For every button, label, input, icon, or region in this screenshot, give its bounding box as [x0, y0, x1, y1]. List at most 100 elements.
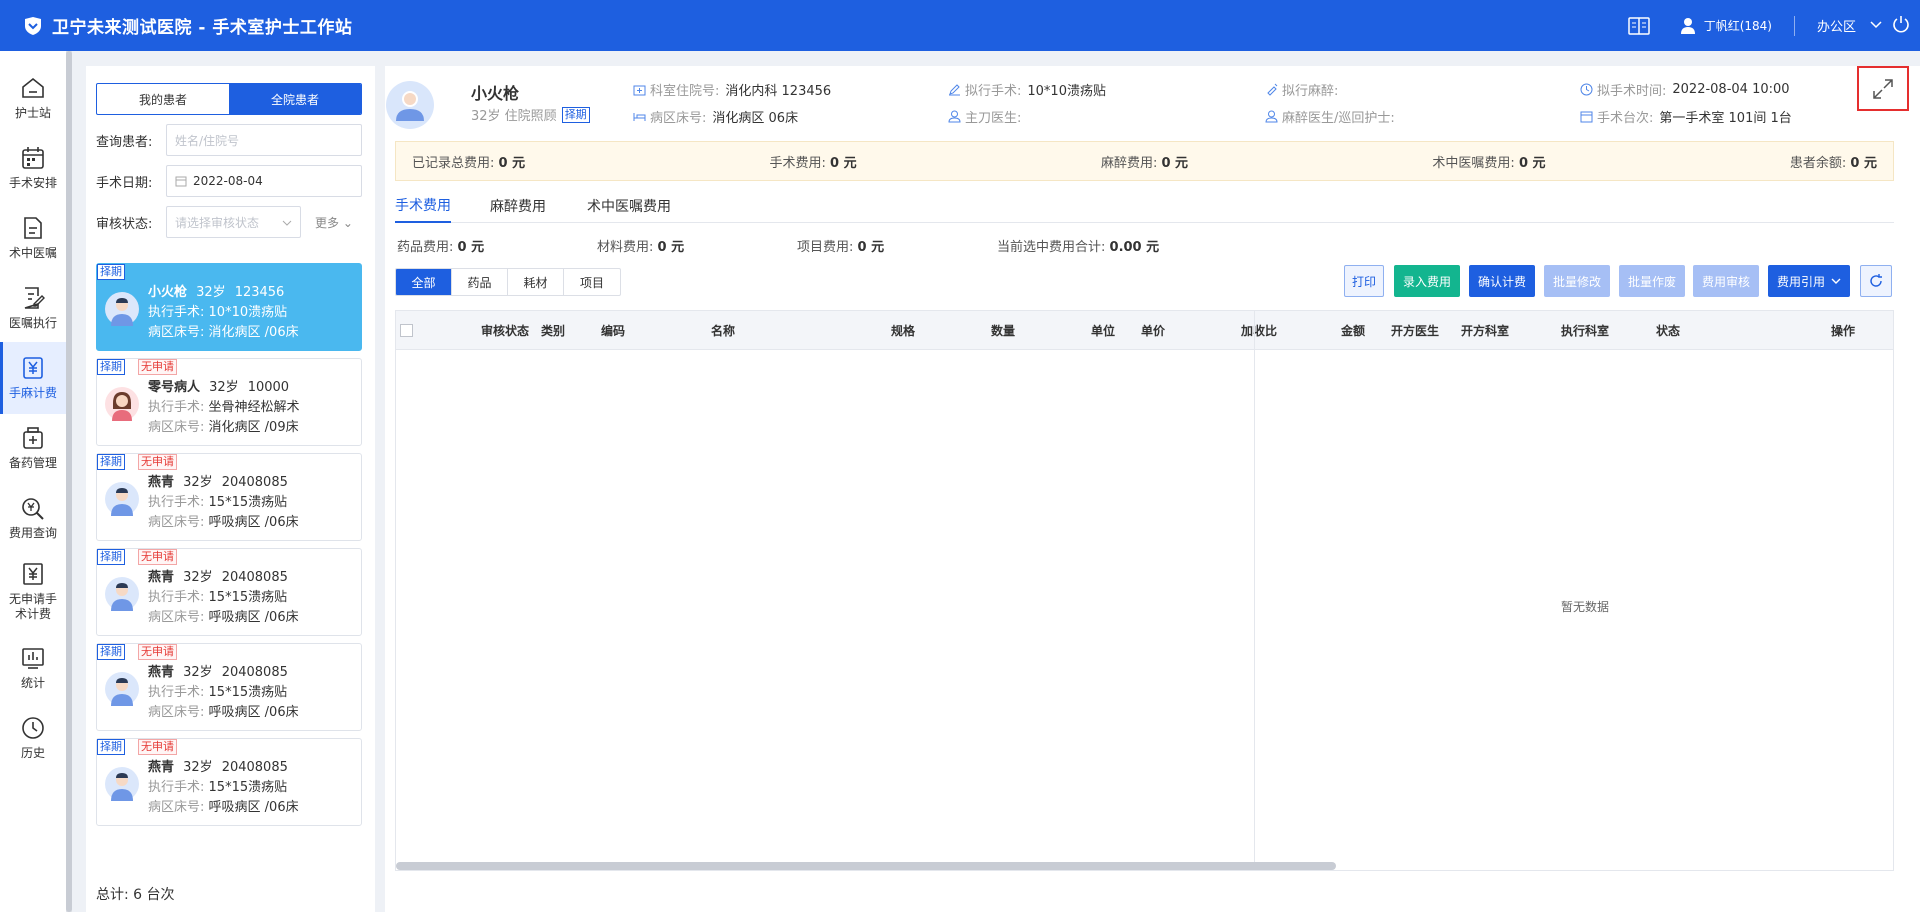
- filter-item[interactable]: 项目: [564, 269, 620, 295]
- patient-card[interactable]: 择期 无申请 燕青 32岁 20408085 执行手术: 15*15溃疡贴 病区床号: …: [96, 738, 362, 826]
- filter-all[interactable]: 全部: [396, 269, 452, 295]
- patient-balance: 患者余额: 0 元: [1789, 155, 1877, 171]
- surgery-line: 执行手术: 15*15溃疡贴: [148, 780, 288, 795]
- tab-intraop-order-fee[interactable]: 术中医嘱费用: [587, 189, 671, 223]
- col-executing-dept[interactable]: 执行科室: [1561, 311, 1609, 349]
- fullscreen-button[interactable]: [1857, 66, 1909, 111]
- power-icon[interactable]: [1892, 15, 1910, 37]
- patient-name-line: 燕青 32岁 20408085: [148, 760, 288, 775]
- surgery-line: 执行手术: 15*15溃疡贴: [148, 495, 288, 510]
- patient-card[interactable]: 择期 无申请 燕青 32岁 20408085 执行手术: 15*15溃疡贴 病区床号: …: [96, 643, 362, 731]
- clock-icon: [1580, 83, 1593, 96]
- bed-info: 病区床号: 消化病区 06床: [633, 107, 798, 126]
- patient-avatar: [386, 81, 434, 129]
- planned-anesthesia-info: 拟行麻醉:: [1265, 80, 1344, 99]
- patient-search-input[interactable]: 姓名/住院号: [166, 124, 362, 156]
- intraop-order-fee: 术中医嘱费用: 0 元: [1432, 155, 1546, 171]
- app-title: 卫宁未来测试医院 - 手术室护士工作站: [52, 18, 353, 38]
- nav-medicine-prep[interactable]: 备药管理: [0, 412, 66, 484]
- sidebar-scrollbar[interactable]: [66, 51, 72, 912]
- col-category[interactable]: 类别: [541, 311, 565, 349]
- chevron-down-icon: [1831, 278, 1841, 284]
- col-status[interactable]: 状态: [1656, 311, 1680, 349]
- bed-icon: [633, 113, 646, 121]
- schedule-tag: 择期: [97, 264, 125, 280]
- user-icon: [1265, 110, 1278, 123]
- col-surcharge-ratio[interactable]: 加收比: [1241, 311, 1277, 349]
- fee-audit-button[interactable]: 费用审核: [1693, 265, 1759, 297]
- material-fee: 材料费用: 0 元: [597, 240, 685, 255]
- book-icon[interactable]: [1627, 16, 1650, 35]
- refresh-button[interactable]: [1860, 265, 1892, 297]
- item-fee: 项目费用: 0 元: [797, 240, 885, 255]
- clock-icon: [22, 716, 44, 739]
- col-unit[interactable]: 单位: [1091, 311, 1115, 349]
- schedule-tag: 择期: [561, 106, 590, 123]
- patient-name-line: 燕青 32岁 20408085: [148, 475, 288, 490]
- col-code[interactable]: 编码: [601, 311, 625, 349]
- nav-surgery-schedule[interactable]: 手术安排: [0, 132, 66, 204]
- side-nav: 护士站 手术安排 术中医嘱 医嘱执行 手麻计费 备药管理 费用查询 无申请手术计…: [0, 51, 66, 912]
- hospital-icon: [633, 85, 646, 96]
- col-unit-price[interactable]: 单价: [1141, 311, 1165, 349]
- user-menu[interactable]: 丁帆红(184): [1680, 17, 1772, 35]
- table-horizontal-scrollbar[interactable]: [396, 862, 1336, 870]
- tab-anesthesia-fee[interactable]: 麻醉费用: [490, 189, 546, 223]
- office-selector[interactable]: 办公区: [1817, 16, 1856, 35]
- surgery-date-input[interactable]: 2022-08-04: [166, 165, 362, 197]
- patient-card[interactable]: 择期 小火枪 32岁 123456 执行手术: 10*10溃疡贴 病区床号: 消化病区…: [96, 263, 362, 351]
- nav-nurse-station[interactable]: 护士站: [0, 62, 66, 134]
- col-amount[interactable]: 金额: [1341, 311, 1365, 349]
- schedule-tag: 择期: [97, 644, 125, 660]
- col-prescribing-dept[interactable]: 开方科室: [1461, 311, 1509, 349]
- refresh-icon: [1870, 274, 1882, 287]
- nav-anesthesia-billing[interactable]: 手麻计费: [0, 342, 66, 414]
- fee-reference-dropdown[interactable]: 费用引用: [1768, 265, 1850, 297]
- nav-statistics[interactable]: 统计: [0, 632, 66, 704]
- tab-my-patients[interactable]: 我的患者: [97, 84, 229, 114]
- batch-void-button[interactable]: 批量作废: [1619, 265, 1685, 297]
- medicine-icon: [23, 426, 43, 449]
- tab-all-patients[interactable]: 全院患者: [229, 84, 361, 114]
- home-icon: [22, 77, 44, 98]
- patient-card[interactable]: 择期 无申请 零号病人 32岁 10000 执行手术: 坐骨神经松解术 病区床号: 消化…: [96, 358, 362, 446]
- print-button[interactable]: 打印: [1344, 265, 1384, 297]
- col-prescriber[interactable]: 开方医生: [1391, 311, 1439, 349]
- document-icon: [24, 216, 42, 239]
- more-filters-button[interactable]: 更多 ⌄: [315, 214, 353, 231]
- col-quantity[interactable]: 数量: [991, 311, 1015, 349]
- confirm-billing-button[interactable]: 确认计费: [1469, 265, 1535, 297]
- filter-drug[interactable]: 药品: [452, 269, 508, 295]
- nav-fee-query[interactable]: 费用查询: [0, 482, 66, 554]
- bed-line: 病区床号: 消化病区 /06床: [148, 325, 299, 340]
- date-label: 手术日期:: [96, 175, 153, 191]
- audit-status-select[interactable]: 请选择审核状态: [166, 206, 301, 238]
- chevron-down-icon[interactable]: [1870, 18, 1882, 33]
- nav-history[interactable]: 历史: [0, 702, 66, 774]
- surgery-line: 执行手术: 坐骨神经松解术: [148, 400, 300, 415]
- tab-surgery-fee[interactable]: 手术费用: [395, 189, 451, 223]
- col-spec[interactable]: 规格: [891, 311, 915, 349]
- schedule-tag: 择期: [97, 359, 125, 375]
- filter-material[interactable]: 耗材: [508, 269, 564, 295]
- batch-edit-button[interactable]: 批量修改: [1544, 265, 1610, 297]
- fee-summary-bar: 已记录总费用: 0 元 手术费用: 0 元 麻醉费用: 0 元 术中医嘱费用: …: [395, 141, 1894, 181]
- enter-fee-button[interactable]: 录入费用: [1394, 265, 1460, 297]
- no-request-tag: 无申请: [138, 739, 177, 755]
- col-actions[interactable]: 操作: [1831, 311, 1855, 349]
- patient-scope-toggle: 我的患者 全院患者: [96, 83, 362, 115]
- patient-card[interactable]: 择期 无申请 燕青 32岁 20408085 执行手术: 15*15溃疡贴 病区床号: …: [96, 548, 362, 636]
- query-row: 查询患者: 姓名/住院号: [96, 124, 362, 156]
- bed-line: 病区床号: 呼吸病区 /06床: [148, 610, 299, 625]
- nav-no-request-billing[interactable]: 无申请手术计费: [0, 552, 66, 632]
- col-audit-status[interactable]: 审核状态: [481, 311, 529, 349]
- fee-tabs: 手术费用 麻醉费用 术中医嘱费用: [395, 189, 1894, 223]
- patient-card[interactable]: 择期 无申请 燕青 32岁 20408085 执行手术: 15*15溃疡贴 病区床号: …: [96, 453, 362, 541]
- nav-intraop-orders[interactable]: 术中医嘱: [0, 202, 66, 274]
- select-all-checkbox[interactable]: [398, 311, 418, 349]
- calendar-icon: [1580, 111, 1593, 123]
- hospital-logo-icon: [22, 15, 44, 37]
- col-name[interactable]: 名称: [711, 311, 735, 349]
- divider: [1793, 15, 1795, 36]
- nav-order-execution[interactable]: 医嘱执行: [0, 272, 66, 344]
